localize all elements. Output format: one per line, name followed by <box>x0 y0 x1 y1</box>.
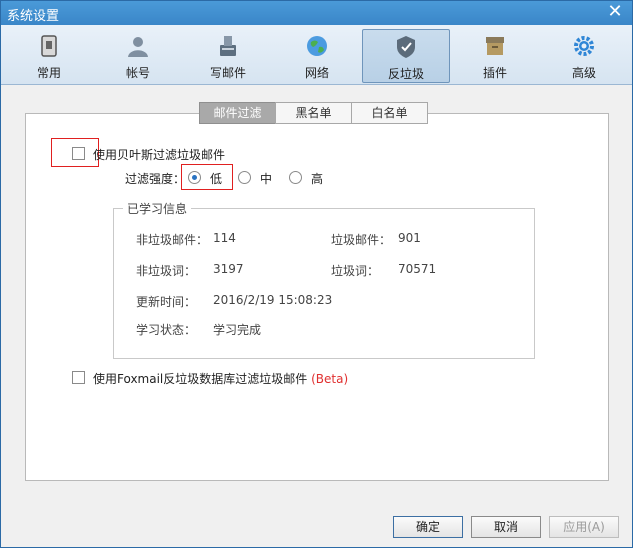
non-spam-mail-label: 非垃圾邮件： <box>136 233 209 247</box>
spam-words-label: 垃圾词： <box>331 264 380 278</box>
toolbar-item-antispam[interactable]: 反垃圾 <box>362 29 450 83</box>
toolbar-item-plugins[interactable]: 插件 <box>451 29 539 83</box>
foxmail-db-label-text: 使用Foxmail反垃圾数据库过滤垃圾邮件 <box>93 372 308 386</box>
globe-icon <box>307 36 327 56</box>
toolbar-item-account[interactable]: 帐号 <box>94 29 182 83</box>
spam-words-value: 70571 <box>398 262 437 276</box>
strength-medium-label[interactable]: 中 <box>260 170 272 187</box>
bayes-checkbox[interactable] <box>72 147 85 160</box>
toolbar-label: 插件 <box>482 66 507 80</box>
ok-button[interactable]: 确定 <box>393 516 463 538</box>
toolbar-label: 网络 <box>304 66 329 80</box>
bayes-checkbox-label[interactable]: 使用贝叶斯过滤垃圾邮件 <box>93 146 225 163</box>
strength-label: 过滤强度： <box>125 172 186 186</box>
toolbar-item-advanced[interactable]: 高级 <box>540 29 628 83</box>
strength-low-label[interactable]: 低 <box>210 170 222 187</box>
strength-high-radio[interactable] <box>289 171 302 184</box>
strength-low-radio[interactable] <box>188 171 201 184</box>
toolbar-label: 写邮件 <box>209 66 246 80</box>
learned-info-title: 已学习信息 <box>123 200 192 217</box>
learning-status-label: 学习状态： <box>136 323 197 337</box>
plugin-box-icon <box>486 37 504 55</box>
spam-mail-value: 901 <box>398 231 421 245</box>
update-time-value: 2016/2/19 15:08:23 <box>213 293 333 307</box>
toolbar-item-compose[interactable]: 写邮件 <box>184 29 272 83</box>
window-title: 系统设置 <box>7 9 60 24</box>
tab-whitelist[interactable]: 白名单 <box>351 102 428 124</box>
tab-mail-filter[interactable]: 邮件过滤 <box>199 102 276 124</box>
non-spam-words-label: 非垃圾词： <box>136 264 197 278</box>
settings-window: 系统设置 ✕ 常用 帐号 写邮件 网络 反垃圾 插件 高级 邮件过滤 黑名单 白… <box>0 0 633 548</box>
close-icon[interactable]: ✕ <box>606 3 624 21</box>
toolbar-label: 常用 <box>36 66 61 80</box>
toolbar-label: 高级 <box>571 66 596 80</box>
strength-medium-radio[interactable] <box>238 171 251 184</box>
tab-blacklist[interactable]: 黑名单 <box>275 102 352 124</box>
non-spam-words-value: 3197 <box>213 262 244 276</box>
category-toolbar: 常用 帐号 写邮件 网络 反垃圾 插件 高级 <box>1 25 632 85</box>
user-icon <box>128 37 148 57</box>
phone-icon <box>41 35 57 57</box>
apply-button[interactable]: 应用(A) <box>549 516 619 538</box>
compose-icon <box>220 36 236 56</box>
beta-badge: (Beta) <box>311 372 349 386</box>
foxmail-db-checkbox[interactable] <box>72 371 85 384</box>
foxmail-db-checkbox-label[interactable]: 使用Foxmail反垃圾数据库过滤垃圾邮件 (Beta) <box>93 370 348 387</box>
toolbar-label: 反垃圾 <box>387 67 424 81</box>
title-bar: 系统设置 ✕ <box>1 1 632 25</box>
toolbar-label: 帐号 <box>125 66 150 80</box>
non-spam-mail-value: 114 <box>213 231 236 245</box>
cancel-button[interactable]: 取消 <box>471 516 541 538</box>
spam-mail-label: 垃圾邮件： <box>331 233 392 247</box>
shield-icon <box>397 36 415 58</box>
gear-icon <box>574 36 594 56</box>
toolbar-item-network[interactable]: 网络 <box>273 29 361 83</box>
toolbar-item-general[interactable]: 常用 <box>5 29 93 83</box>
update-time-label: 更新时间： <box>136 295 197 309</box>
learning-status-value: 学习完成 <box>213 323 262 337</box>
strength-high-label[interactable]: 高 <box>311 170 323 187</box>
